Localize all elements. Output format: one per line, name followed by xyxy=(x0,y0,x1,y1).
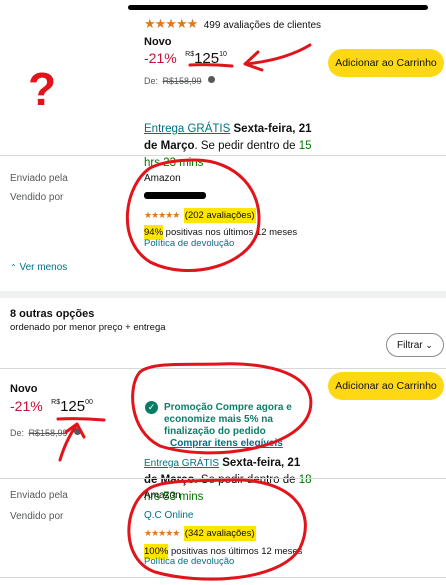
price-underline-annotation xyxy=(188,63,234,68)
circle-annotation xyxy=(126,158,261,272)
circle-annotation xyxy=(131,362,313,455)
circle-annotation xyxy=(127,478,307,581)
annotation-layer xyxy=(56,43,313,581)
price-underline-annotation xyxy=(56,417,106,422)
